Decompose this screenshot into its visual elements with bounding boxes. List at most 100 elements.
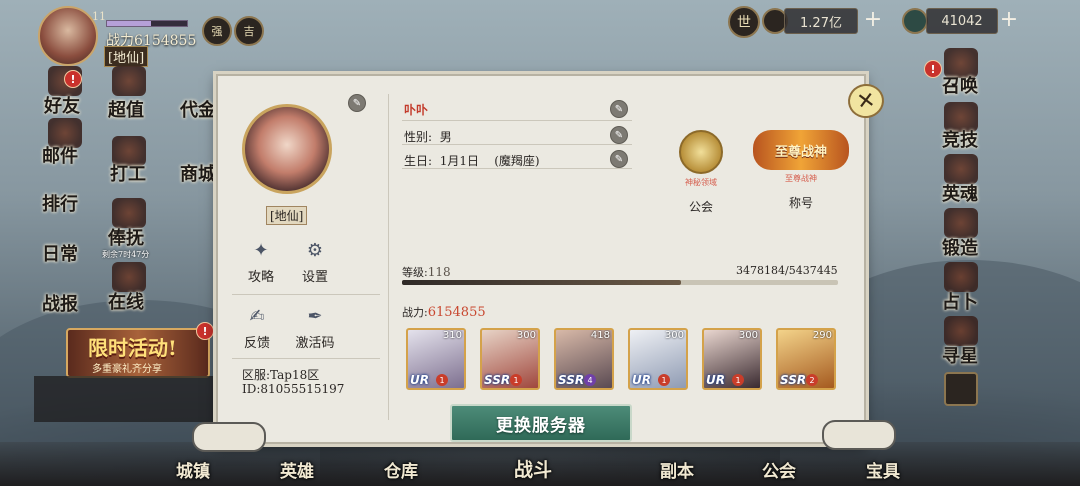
menu-daily[interactable]: 日常 — [42, 240, 78, 266]
hero-level: 300 — [516, 330, 536, 341]
world-button[interactable]: 世 — [728, 6, 760, 38]
hero-rarity: SSR — [558, 373, 585, 387]
title-label: 称号 — [788, 196, 813, 210]
edit-gender-icon[interactable]: ✎ — [610, 126, 628, 144]
guild-label: 公会 — [688, 200, 713, 214]
event-badge: ! — [196, 322, 214, 340]
hero-card[interactable]: 300 UR 1 — [628, 328, 688, 390]
hero-card[interactable]: 300 UR 1 — [702, 328, 762, 390]
hero-card[interactable]: 418 SSR 4 — [554, 328, 614, 390]
hero-card[interactable]: 290 SSR 2 — [776, 328, 836, 390]
menu-divination[interactable]: 占卜 — [942, 288, 978, 314]
menu-ranking[interactable]: 排行 — [42, 190, 78, 216]
add-gold-button[interactable]: + — [860, 6, 886, 32]
hero-card[interactable]: 300 SSR 1 — [480, 328, 540, 390]
menu-star-search[interactable]: 寻星 — [942, 342, 978, 368]
hero-rarity: SSR — [780, 373, 807, 387]
exp-progress-bar — [402, 280, 838, 285]
menu-battle-report[interactable]: 战报 — [42, 290, 78, 316]
hero-rarity: UR — [410, 373, 429, 387]
strengthen-button[interactable]: 强 — [202, 16, 232, 46]
menu-stipend[interactable]: 俸抚 — [108, 224, 144, 250]
expand-menu-icon[interactable] — [944, 372, 978, 406]
hero-level: 310 — [442, 330, 462, 341]
hero-card[interactable]: 310 UR 1 — [406, 328, 466, 390]
summon-badge: ! — [924, 60, 942, 78]
vip-level: 11 — [92, 10, 106, 23]
jade-icon — [902, 8, 928, 34]
settings-button[interactable]: ⚙ 设置 — [290, 240, 340, 285]
sparkle-icon: ✦ — [253, 240, 269, 261]
add-jade-button[interactable]: + — [996, 6, 1022, 32]
feedback-button[interactable]: ✍ 反馈 — [232, 306, 282, 351]
profile-avatar[interactable] — [242, 104, 332, 194]
limited-event-banner[interactable]: 限时活动! 多重豪礼齐分享 — [66, 328, 210, 378]
menu-friends[interactable]: 好友 — [44, 92, 80, 118]
nav-treasure[interactable]: 宝具 — [866, 457, 900, 482]
edit-name-icon[interactable]: ✎ — [610, 100, 628, 118]
exp-value: 3478184/5437445 — [736, 264, 838, 277]
hero-level: 290 — [812, 330, 832, 341]
hero-rarity: UR — [632, 373, 651, 387]
vip-progress-bar — [106, 20, 188, 27]
profile-panel: [地仙] ✎ ✦ 攻略 ⚙ 设置 ✍ 反馈 ✒ 激活码 区服:Tap18区 ID:810… — [216, 74, 866, 444]
change-server-button[interactable]: 更换服务器 — [450, 404, 632, 442]
cloud-ornament — [192, 422, 266, 452]
fortune-button[interactable]: 吉 — [234, 16, 264, 46]
hero-star: 4 — [584, 374, 596, 386]
birthday-row: 生日: 1月1日 (魔羯座) — [404, 154, 540, 168]
menu-arena[interactable]: 竞技 — [942, 126, 978, 152]
guide-button[interactable]: ✦ 攻略 — [236, 240, 286, 285]
pencil-icon: ✍ — [249, 306, 265, 327]
nav-heroes[interactable]: 英雄 — [280, 457, 314, 482]
hero-level: 418 — [590, 330, 610, 341]
edit-birthday-icon[interactable]: ✎ — [610, 150, 628, 168]
title-subtext: 至尊战神 — [785, 174, 817, 183]
divider-vertical — [388, 94, 389, 420]
player-rank: [地仙] — [104, 46, 149, 67]
title-badge: 至尊战神 — [753, 130, 849, 170]
friends-badge: ! — [64, 70, 82, 88]
quill-icon: ✒ — [307, 306, 323, 327]
edit-avatar-icon[interactable]: ✎ — [348, 94, 366, 112]
hero-star: 1 — [510, 374, 522, 386]
menu-voucher[interactable]: 代金 — [180, 96, 216, 122]
divider — [232, 358, 380, 359]
hero-rarity: SSR — [484, 373, 511, 387]
nav-dungeon[interactable]: 副本 — [660, 457, 694, 482]
guild-emblem-text: 神秘领域 — [685, 178, 717, 187]
nav-battle[interactable]: 战斗 — [514, 455, 552, 482]
hero-rarity: UR — [706, 373, 725, 387]
hero-star: 1 — [436, 374, 448, 386]
menu-hero-soul[interactable]: 英魂 — [942, 180, 978, 206]
menu-forge[interactable]: 锻造 — [942, 234, 978, 260]
divider — [402, 168, 632, 169]
player-avatar[interactable] — [38, 6, 98, 66]
redeem-code-button[interactable]: ✒ 激活码 — [288, 306, 342, 351]
power-row: 战力:6154855 — [402, 305, 486, 320]
nav-guild[interactable]: 公会 — [762, 457, 796, 482]
divider — [402, 144, 632, 145]
hero-level: 300 — [664, 330, 684, 341]
stipend-timer: 剩余7时47分 — [102, 250, 150, 259]
hero-star: 1 — [658, 374, 670, 386]
guild-section[interactable]: 神秘领域 公会 — [658, 130, 744, 215]
event-subtitle: 多重豪礼齐分享 — [92, 364, 162, 375]
redeem-code-label: 激活码 — [295, 336, 335, 351]
nav-town[interactable]: 城镇 — [176, 457, 210, 482]
level-row: 等级:118 — [402, 265, 451, 279]
player-id[interactable]: ID:81055515197 — [242, 382, 344, 396]
chat-bar[interactable] — [34, 376, 218, 422]
menu-online[interactable]: 在线 — [108, 288, 144, 314]
gear-icon: ⚙ — [306, 240, 324, 261]
menu-summon[interactable]: 召唤 — [942, 72, 978, 98]
menu-shop[interactable]: 商城 — [180, 160, 216, 186]
menu-mail[interactable]: 邮件 — [42, 142, 78, 168]
hero-level: 300 — [738, 330, 758, 341]
menu-work[interactable]: 打工 — [110, 160, 146, 186]
bottom-nav: 城镇 英雄 仓库 战斗 副本 公会 宝具 — [0, 442, 1080, 486]
menu-value[interactable]: 超值 — [108, 96, 144, 122]
title-section[interactable]: 至尊战神 至尊战神 称号 — [752, 130, 850, 211]
feedback-label: 反馈 — [243, 336, 270, 351]
nav-warehouse[interactable]: 仓库 — [384, 457, 418, 482]
